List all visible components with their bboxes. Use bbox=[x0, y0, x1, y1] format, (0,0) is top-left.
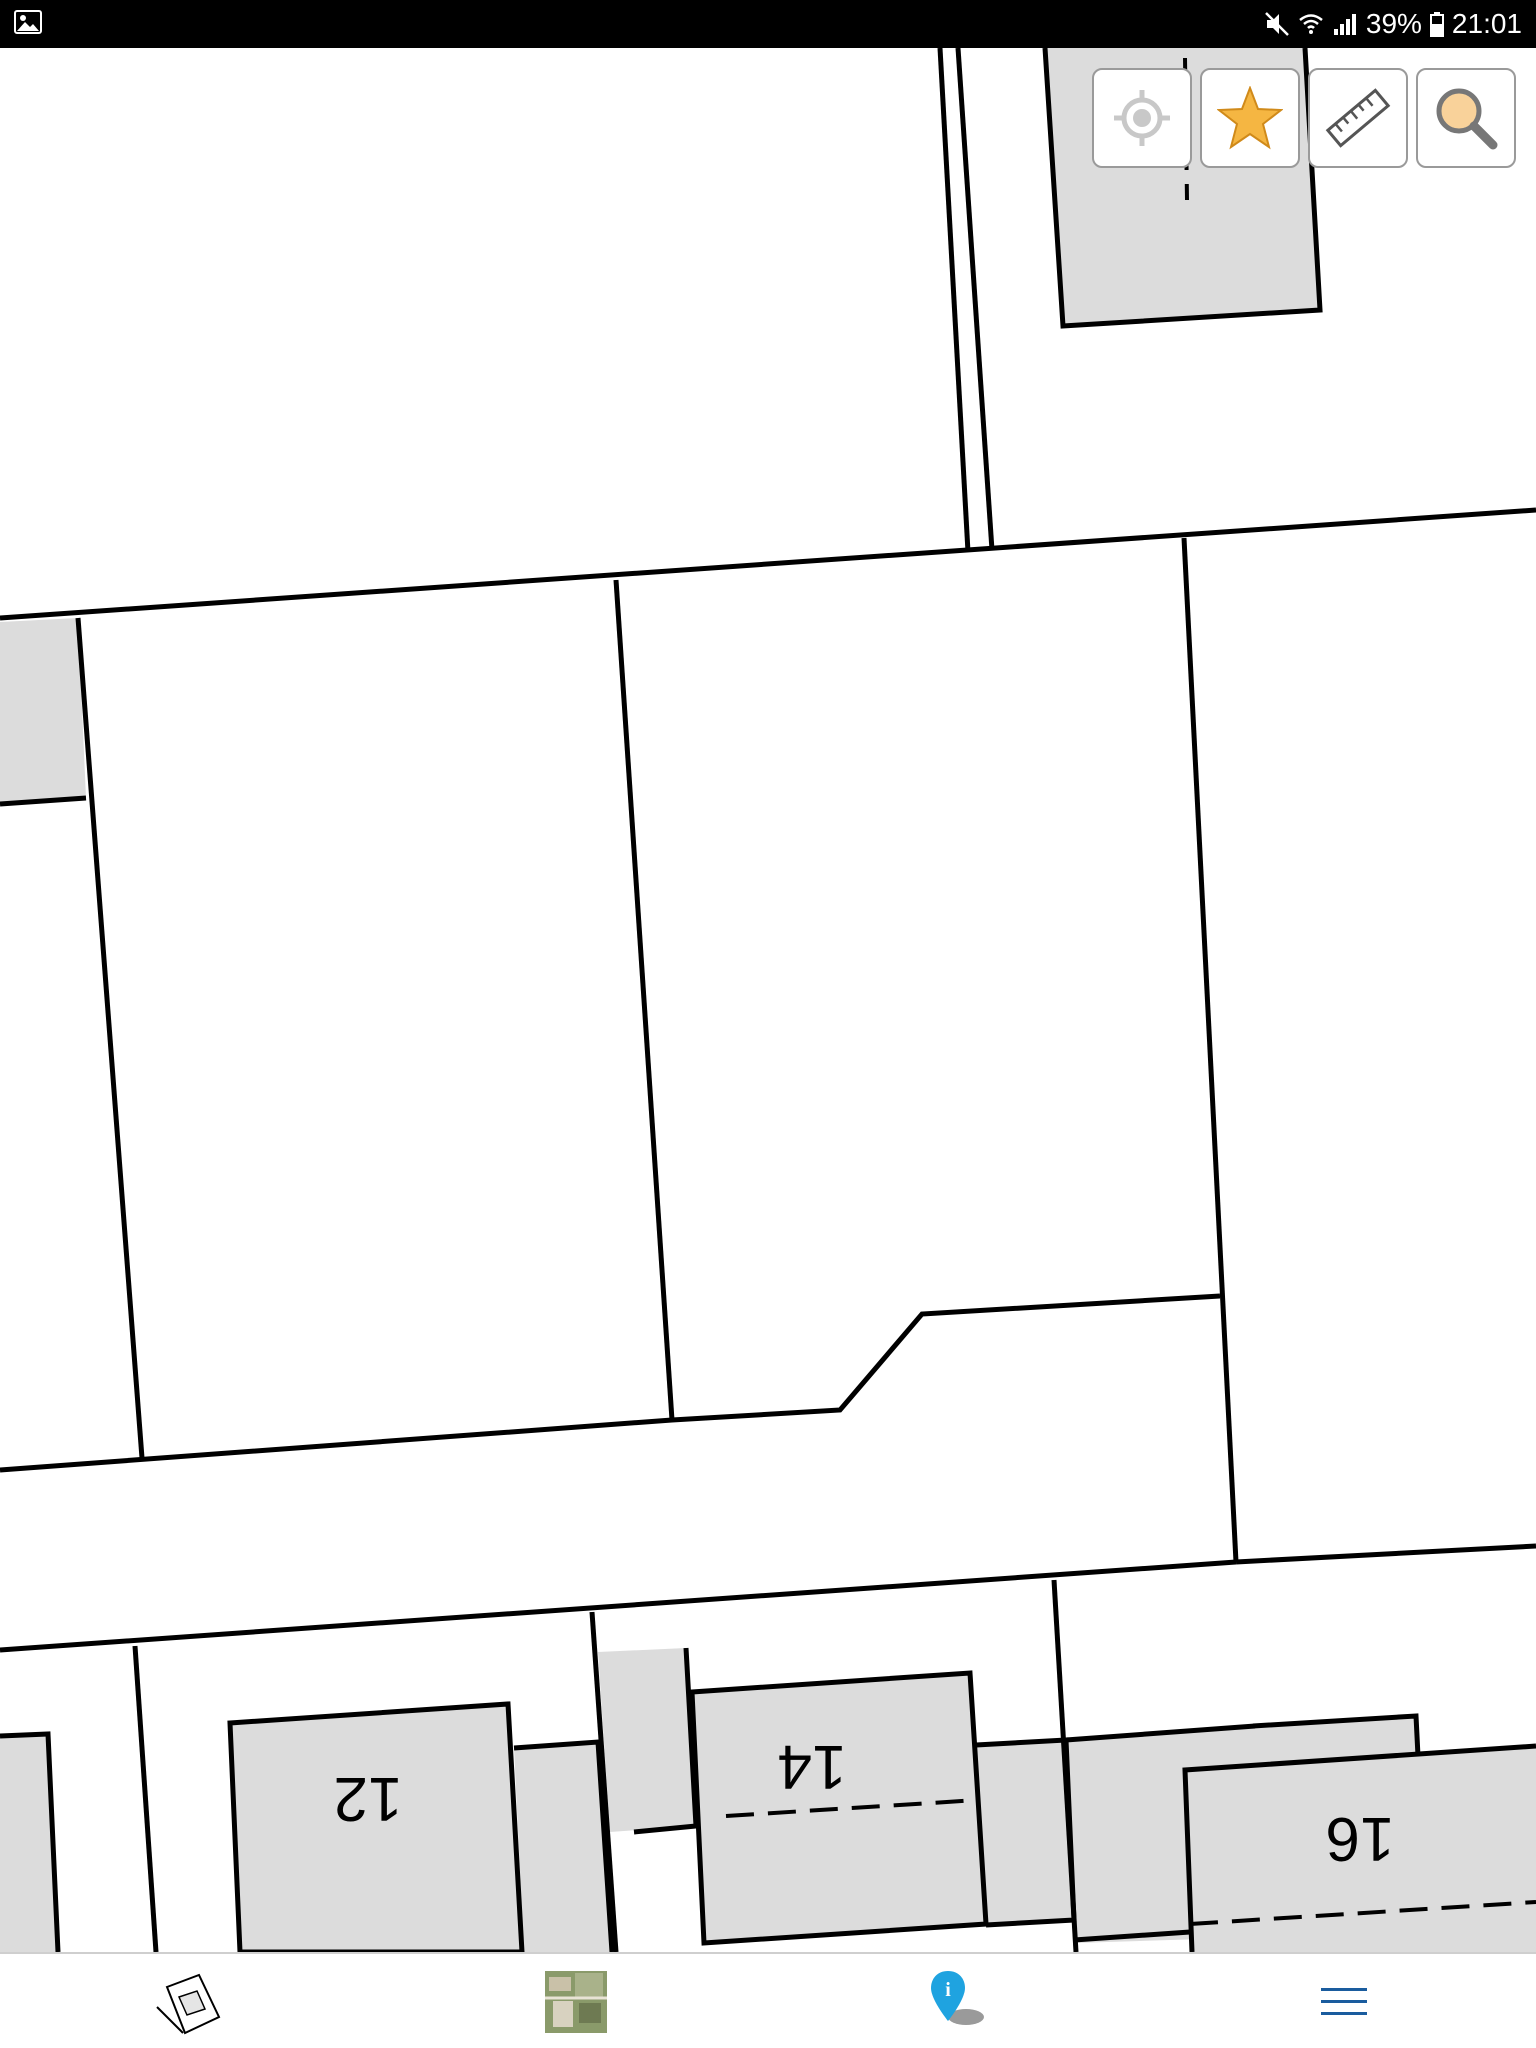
measure-button[interactable] bbox=[1308, 68, 1408, 168]
nav-cadastral-map[interactable] bbox=[150, 1962, 230, 2042]
nav-aerial-photo[interactable] bbox=[536, 1962, 616, 2042]
parcel-line-2 bbox=[613, 579, 675, 1421]
building-14-annex bbox=[976, 1740, 1074, 1925]
building-annex-left-14 bbox=[598, 1648, 696, 1832]
svg-text:i: i bbox=[945, 1979, 951, 2001]
map-toolbar bbox=[1092, 68, 1516, 168]
status-bar: 39% 21:01 bbox=[0, 0, 1536, 48]
parcel-line-4 bbox=[132, 1645, 159, 1952]
house-number-12: 12 bbox=[334, 1764, 403, 1833]
bottom-navigation: i bbox=[0, 1952, 1536, 2048]
cadastral-map[interactable]: 12 14 16 bbox=[0, 48, 1536, 1952]
map-canvas[interactable]: 12 14 16 bbox=[0, 48, 1536, 1952]
search-button[interactable] bbox=[1416, 68, 1516, 168]
star-icon bbox=[1217, 86, 1283, 150]
parcel-line-3 bbox=[1181, 537, 1239, 1563]
favorites-button[interactable] bbox=[1200, 68, 1300, 168]
battery-icon bbox=[1429, 11, 1444, 37]
info-pin-icon: i bbox=[931, 1971, 984, 2025]
locate-button[interactable] bbox=[1092, 68, 1192, 168]
house-number-16: 16 bbox=[1326, 1804, 1395, 1873]
nav-info[interactable]: i bbox=[918, 1962, 998, 2042]
battery-percent: 39% bbox=[1365, 8, 1422, 39]
magnifier-icon bbox=[1436, 88, 1498, 150]
parcel-boundary-upper bbox=[0, 507, 1536, 621]
aerial-photo-thumbnail-icon bbox=[545, 1971, 607, 2033]
ruler-icon bbox=[1325, 88, 1391, 148]
house-number-14: 14 bbox=[778, 1732, 847, 1801]
building-12-annex bbox=[514, 1742, 612, 1952]
signal-icon bbox=[1332, 11, 1358, 37]
parcel-line-1 bbox=[75, 617, 145, 1459]
clock: 21:01 bbox=[1451, 8, 1522, 39]
gallery-notification-icon bbox=[14, 10, 42, 34]
building-14 bbox=[692, 1673, 986, 1943]
parcel-boundary-lower-right bbox=[1235, 1543, 1536, 1565]
building-left-edge bbox=[0, 618, 86, 804]
cadastral-map-thumbnail-icon bbox=[155, 1967, 225, 2037]
wifi-icon bbox=[1298, 11, 1324, 37]
nav-menu[interactable] bbox=[1304, 1962, 1384, 2042]
parcel-boundary-mid bbox=[0, 1293, 1221, 1473]
mute-icon bbox=[1264, 11, 1290, 37]
parcel-boundary-lower bbox=[0, 1559, 1237, 1653]
crosshair-icon bbox=[1114, 90, 1170, 146]
hamburger-menu-icon bbox=[1321, 1988, 1367, 2015]
